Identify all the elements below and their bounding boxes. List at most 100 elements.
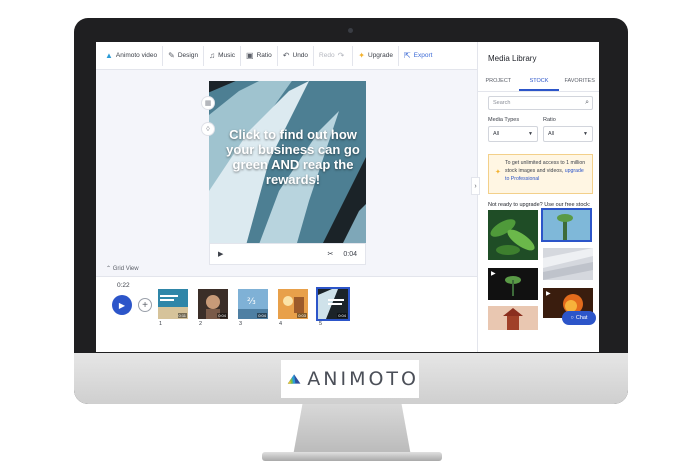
export-icon: ⇱: [403, 51, 411, 60]
scene-duration: 0:11: [177, 313, 187, 318]
chevron-right-icon: ›: [474, 182, 477, 190]
color-drop-icon[interactable]: ◊: [201, 122, 215, 136]
play-icon: ▶: [491, 271, 496, 277]
library-tabs: PROJECT STOCK FAVORITES: [478, 74, 599, 92]
preview-duration: 0:04: [343, 250, 357, 258]
scene-duration: 0:03: [297, 313, 307, 318]
redo-label: Redo: [319, 52, 335, 59]
project-name-button[interactable]: ▲ Animoto video: [100, 45, 164, 66]
scene-duration: 0:04: [257, 313, 267, 318]
stock-thumbnail[interactable]: [488, 306, 538, 330]
play-icon[interactable]: ▶: [218, 250, 223, 258]
caret-down-icon: ▼: [528, 131, 533, 137]
editor-area: ▲ Animoto video ✎ Design ♫ Music ▣ Ratio…: [96, 42, 477, 352]
project-name: Animoto video: [115, 52, 158, 59]
paper-image: [543, 248, 593, 280]
sparkle-icon: ✦: [495, 169, 501, 176]
scene-thumbnail[interactable]: 0:03: [278, 289, 308, 319]
preview-player: ▶ ✂ 0:04: [209, 243, 366, 265]
monitor-stand-base: [262, 452, 442, 461]
grid-view-label: Grid View: [112, 266, 139, 272]
ratio-icon: ▣: [246, 51, 254, 60]
ratio-select[interactable]: All ▼: [543, 126, 593, 142]
stage: ANIMOTO ▲ Animoto video ✎ Design ♫ Music…: [0, 0, 700, 476]
logo-triangle-icon: [287, 374, 301, 384]
scene-duration: 0:04: [217, 313, 227, 318]
add-scene-button[interactable]: +: [138, 298, 152, 312]
ratio-button[interactable]: ▣ Ratio: [241, 45, 278, 66]
media-library-panel: Media Library PROJECT STOCK FAVORITES Se…: [477, 42, 599, 352]
pagoda-image: [488, 306, 538, 330]
design-label: Design: [177, 52, 199, 59]
scissors-icon[interactable]: ✂: [328, 250, 334, 258]
upgrade-button[interactable]: ✦ Upgrade: [353, 45, 399, 66]
chat-icon: ○: [570, 315, 574, 321]
side-tools: ▦ ◊: [201, 96, 215, 148]
scene-number: 4: [279, 321, 283, 327]
chevron-up-icon: ⌃: [106, 266, 112, 272]
scene-number: 5: [319, 321, 323, 327]
collapse-panel-button[interactable]: ›: [471, 177, 480, 195]
design-button[interactable]: ✎ Design: [163, 45, 205, 66]
plus-icon: +: [142, 299, 148, 311]
player-right: ✂ 0:04: [328, 250, 358, 259]
sparkle-icon: ✦: [358, 51, 365, 60]
animoto-logo-icon: ▲: [105, 51, 113, 60]
undo-label: Undo: [292, 52, 309, 59]
redo-button[interactable]: Redo ↷: [314, 45, 354, 66]
scene-number: 2: [199, 321, 203, 327]
music-label: Music: [218, 52, 236, 59]
search-icon: ⌕: [585, 99, 589, 106]
ratio-label: Ratio: [256, 52, 272, 59]
search-placeholder: Search: [493, 100, 511, 106]
free-stock-label: Not ready to upgrade? Use our free stock…: [488, 202, 591, 208]
tab-favorites[interactable]: FAVORITES: [559, 74, 599, 91]
screen: ▲ Animoto video ✎ Design ♫ Music ▣ Ratio…: [96, 42, 599, 352]
stock-thumbnail[interactable]: [543, 248, 593, 280]
svg-text:⅔: ⅔: [247, 297, 256, 307]
preview-caption[interactable]: Click to find out how your business can …: [223, 127, 363, 187]
play-icon: ▶: [546, 291, 551, 297]
upgrade-promo: ✦ To get unlimited access to 1 million s…: [488, 154, 593, 194]
undo-button[interactable]: ↶ Undo: [278, 45, 315, 66]
scene-thumbnail[interactable]: ⅔ 0:04: [238, 289, 268, 319]
current-time: 0:22: [117, 282, 130, 289]
ratio-value: All: [548, 131, 555, 137]
media-types-value: All: [493, 131, 500, 137]
redo-icon: ↷: [337, 51, 345, 60]
stock-thumbnail[interactable]: [488, 210, 538, 260]
chat-label: Chat: [575, 315, 588, 321]
video-preview[interactable]: Click to find out how your business can …: [209, 81, 366, 243]
logo-text: ANIMOTO: [307, 368, 419, 390]
search-input[interactable]: Search ⌕: [488, 96, 593, 110]
undo-icon: ↶: [282, 51, 290, 60]
scene-thumbnail-selected[interactable]: 0:04: [316, 287, 350, 321]
grid-view-toggle[interactable]: ⌃ Grid View: [106, 265, 139, 272]
ratio-filter-label: Ratio: [543, 117, 556, 123]
play-icon: ▶: [118, 300, 126, 310]
media-types-select[interactable]: All ▼: [488, 126, 538, 142]
scene-thumbnail[interactable]: 0:04: [198, 289, 228, 319]
tab-project[interactable]: PROJECT: [478, 74, 519, 91]
stock-thumbnail-selected[interactable]: [541, 208, 592, 242]
monitor-stand: [293, 404, 411, 456]
tab-stock[interactable]: STOCK: [518, 74, 560, 91]
upgrade-label: Upgrade: [368, 52, 393, 59]
leaves-image: [488, 210, 538, 260]
timeline: 0:22 ▶ + 0:11 1 0:04 2 ⅔ 0:04 3 0:03 4 0…: [96, 276, 477, 352]
stock-thumbnail[interactable]: ▶: [488, 268, 538, 300]
chat-button[interactable]: ○ Chat: [562, 311, 596, 325]
music-button[interactable]: ♫ Music: [204, 45, 242, 66]
media-library-title: Media Library: [488, 54, 537, 63]
export-label: Export: [413, 52, 433, 59]
scene-thumbnail[interactable]: 0:11: [158, 289, 188, 319]
play-button[interactable]: ▶: [112, 295, 132, 315]
layout-icon[interactable]: ▦: [201, 96, 215, 110]
caret-down-icon: ▼: [583, 131, 588, 137]
music-icon: ♫: [209, 51, 216, 60]
camera-icon: [348, 28, 353, 33]
toolbar: ▲ Animoto video ✎ Design ♫ Music ▣ Ratio…: [96, 42, 477, 70]
export-button[interactable]: ⇱ Export: [399, 46, 438, 66]
media-types-label: Media Types: [488, 117, 520, 123]
sky-plant-image: [543, 210, 590, 240]
